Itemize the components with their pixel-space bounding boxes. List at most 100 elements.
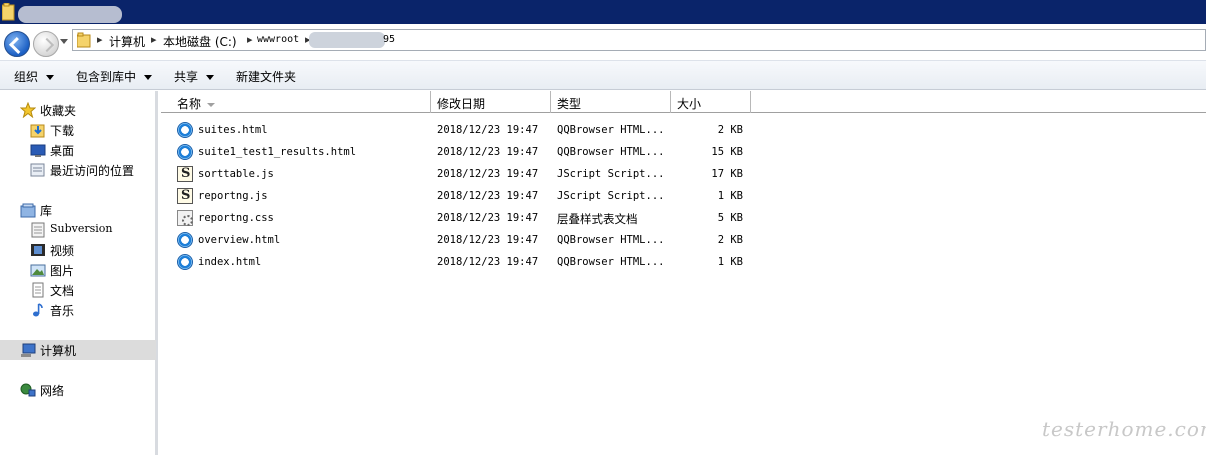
column-header-bar: 名称 修改日期 类型 大小 xyxy=(161,91,1206,113)
share-label: 共享 xyxy=(174,70,199,84)
column-header-name[interactable]: 名称 xyxy=(161,91,431,113)
qqbrowser-html-icon xyxy=(177,144,193,160)
folder-icon xyxy=(77,32,91,48)
breadcrumb-wwwroot[interactable]: wwwroot xyxy=(257,34,299,45)
file-size: 2 KB xyxy=(717,234,743,246)
folder-icon xyxy=(2,3,15,21)
nav-downloads-label: 下载 xyxy=(50,124,75,138)
desktop-icon xyxy=(30,144,46,157)
command-bar: 组织 包含到库中 共享 新建文件夹 xyxy=(0,60,1206,90)
new-folder-button[interactable]: 新建文件夹 xyxy=(236,68,296,85)
organize-label: 组织 xyxy=(14,70,39,84)
include-in-library-label: 包含到库中 xyxy=(76,70,137,84)
nav-favorites-label: 收藏夹 xyxy=(40,104,77,118)
file-type: JScript Script... xyxy=(557,168,665,180)
pictures-library-icon xyxy=(30,264,46,277)
file-size: 15 KB xyxy=(711,146,743,158)
breadcrumb-separator-icon[interactable]: ▸ xyxy=(151,33,157,46)
file-date: 2018/12/23 19:47 xyxy=(437,256,539,268)
navigation-pane: 收藏夹 下载 桌面 最近访问的位置 库 Subversion 视频 图片 文档 … xyxy=(0,91,158,455)
title-bar xyxy=(0,0,1206,24)
file-date: 2018/12/23 19:47 xyxy=(437,124,539,136)
column-header-date-modified[interactable]: 修改日期 xyxy=(431,91,551,113)
file-date: 2018/12/23 19:47 xyxy=(437,190,539,202)
redacted-title xyxy=(18,6,122,23)
chevron-down-icon xyxy=(46,75,55,80)
redacted-path xyxy=(309,32,385,48)
nav-documents-label: 文档 xyxy=(50,284,75,298)
column-type-label: 类型 xyxy=(557,97,582,111)
breadcrumb-current-folder[interactable]: 95 xyxy=(383,34,395,45)
column-date-label: 修改日期 xyxy=(437,97,486,111)
subversion-library-icon xyxy=(31,222,45,238)
file-date: 2018/12/23 19:47 xyxy=(437,212,539,224)
file-type: JScript Script... xyxy=(557,190,665,202)
recent-places-icon xyxy=(30,163,45,177)
file-size: 1 KB xyxy=(717,256,743,268)
file-name: suites.html xyxy=(198,124,268,136)
breadcrumb-computer[interactable]: 计算机 xyxy=(109,33,145,50)
file-row[interactable]: sorttable.js 2018/12/23 19:47 JScript Sc… xyxy=(161,163,761,185)
recent-pages-dropdown-icon[interactable] xyxy=(60,39,68,44)
nav-libraries-label: 库 xyxy=(40,204,53,218)
back-button[interactable] xyxy=(4,31,30,57)
column-header-type[interactable]: 类型 xyxy=(551,91,671,113)
share-button[interactable]: 共享 xyxy=(174,68,215,85)
chevron-down-icon xyxy=(206,75,215,80)
file-name: reportng.js xyxy=(198,190,268,202)
file-row[interactable]: reportng.js 2018/12/23 19:47 JScript Scr… xyxy=(161,185,761,207)
qqbrowser-html-icon xyxy=(177,232,193,248)
file-name: index.html xyxy=(198,256,262,268)
address-bar[interactable]: ▸ 计算机 ▸ 本地磁盘 (C:) ▸ wwwroot ▸ 95 xyxy=(72,29,1206,51)
new-folder-label: 新建文件夹 xyxy=(236,70,297,84)
jscript-file-icon xyxy=(177,188,193,204)
file-size: 17 KB xyxy=(711,168,743,180)
music-note-icon xyxy=(33,303,43,317)
file-name: suite1_test1_results.html xyxy=(198,146,357,158)
file-date: 2018/12/23 19:47 xyxy=(437,168,539,180)
forward-button[interactable] xyxy=(33,31,59,57)
qqbrowser-html-icon xyxy=(177,122,193,138)
file-type: QQBrowser HTML... xyxy=(557,256,665,268)
include-in-library-button[interactable]: 包含到库中 xyxy=(76,68,153,85)
file-row[interactable]: overview.html 2018/12/23 19:47 QQBrowser… xyxy=(161,229,761,251)
nav-desktop-label: 桌面 xyxy=(50,144,75,158)
watermark: testerhome.com xyxy=(1042,417,1206,441)
network-icon xyxy=(20,383,36,397)
nav-music-label: 音乐 xyxy=(50,304,75,318)
file-date: 2018/12/23 19:47 xyxy=(437,146,539,158)
nav-computer-label: 计算机 xyxy=(40,344,77,358)
file-row[interactable]: reportng.css 2018/12/23 19:47 层叠样式表文档 5 … xyxy=(161,207,761,229)
nav-computer[interactable]: 计算机 xyxy=(0,340,156,360)
file-list: suites.html 2018/12/23 19:47 QQBrowser H… xyxy=(161,113,1206,455)
file-row[interactable]: suites.html 2018/12/23 19:47 QQBrowser H… xyxy=(161,119,761,141)
breadcrumb-separator-icon[interactable]: ▸ xyxy=(247,33,253,46)
file-row[interactable]: suite1_test1_results.html 2018/12/23 19:… xyxy=(161,141,761,163)
column-name-label: 名称 xyxy=(177,97,202,111)
column-header-size[interactable]: 大小 xyxy=(671,91,751,113)
qqbrowser-html-icon xyxy=(177,254,193,270)
nav-recent-places-label: 最近访问的位置 xyxy=(50,164,135,178)
column-size-label: 大小 xyxy=(677,97,702,111)
file-size: 5 KB xyxy=(717,212,743,224)
file-type: 层叠样式表文档 xyxy=(557,212,638,226)
breadcrumb-local-disk[interactable]: 本地磁盘 (C:) xyxy=(163,33,237,50)
organize-button[interactable]: 组织 xyxy=(14,68,55,85)
file-name: reportng.css xyxy=(198,212,274,224)
file-name: sorttable.js xyxy=(198,168,274,180)
file-date: 2018/12/23 19:47 xyxy=(437,234,539,246)
downloads-folder-icon xyxy=(30,124,45,138)
file-name: overview.html xyxy=(198,234,281,246)
file-size: 1 KB xyxy=(717,190,743,202)
computer-icon xyxy=(21,343,36,357)
documents-library-icon xyxy=(32,282,44,298)
file-row[interactable]: index.html 2018/12/23 19:47 QQBrowser HT… xyxy=(161,251,761,273)
nav-videos-label: 视频 xyxy=(50,244,75,258)
css-file-icon xyxy=(177,210,193,226)
file-type: QQBrowser HTML... xyxy=(557,146,665,158)
breadcrumb-separator-icon[interactable]: ▸ xyxy=(97,33,103,46)
nav-network-label: 网络 xyxy=(40,384,65,398)
chevron-down-icon xyxy=(144,75,153,80)
file-type: QQBrowser HTML... xyxy=(557,234,665,246)
file-size: 2 KB xyxy=(717,124,743,136)
